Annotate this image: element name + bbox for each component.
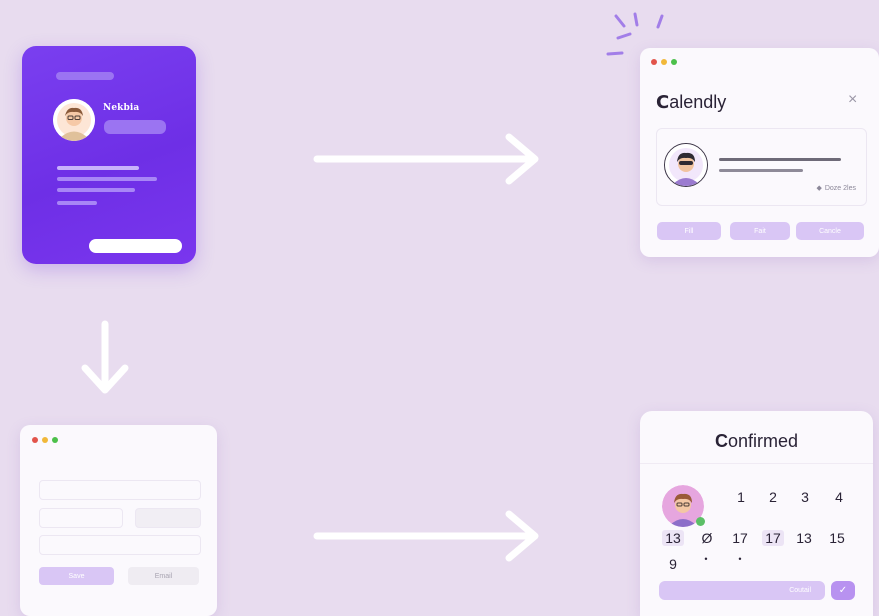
text-line [57,188,135,192]
fait-button[interactable]: Fait [730,222,790,240]
zoom-dot[interactable] [671,59,677,65]
email-button[interactable]: Email [128,567,199,585]
form-field[interactable] [39,508,123,528]
window-controls [32,437,58,443]
confirm-cta-button[interactable]: Coutail [659,581,825,600]
close-dot[interactable] [651,59,657,65]
close-dot[interactable] [32,437,38,443]
event-meta: ◆ Doze 2les [816,184,856,193]
profile-name: Nekbia [103,103,140,113]
calendar-day[interactable]: • [695,554,717,564]
profile-subtitle-pill [104,120,166,134]
save-button[interactable]: Save [39,567,114,585]
check-icon[interactable]: ✓ [831,581,855,600]
confirmed-title-text: onfirmed [727,431,799,451]
calendly-logo-icon: C [656,92,670,113]
arrow-right-icon [313,510,541,562]
window-controls [651,59,677,65]
arrow-right-icon [313,133,541,185]
cancel-button[interactable]: Cancle [796,222,864,240]
calendar-day[interactable]: 17 [762,530,784,546]
form-field[interactable] [39,535,201,555]
calendar-day[interactable]: 17 [729,530,751,546]
minimize-dot[interactable] [42,437,48,443]
profile-card[interactable]: Nekbia [22,46,196,264]
form-field[interactable] [135,508,201,528]
calendly-window: Calendly × ◆ Doze 2les Fill Fait Cancle [640,48,879,257]
calendar-day[interactable]: 1 [730,489,752,505]
fill-button[interactable]: Fill [657,222,721,240]
zoom-dot[interactable] [52,437,58,443]
confirmed-title: Confirmed [640,431,873,452]
calendar-day[interactable]: 4 [828,489,850,505]
calendly-title-text: alendly [669,92,727,112]
profile-avatar [53,99,95,141]
calendar-day[interactable]: • [729,554,751,564]
calendar-day[interactable]: 15 [826,530,848,546]
calendar-day[interactable]: Ø [696,530,718,546]
clock-icon: ◆ [816,185,822,192]
profile-action-button[interactable] [89,239,182,253]
text-line [57,201,97,205]
close-icon[interactable]: × [848,91,857,109]
confirmed-window: Confirmed 1 2 3 4 13 Ø 17 17 13 15 9 • •… [640,411,873,616]
event-card[interactable]: ◆ Doze 2les [656,128,867,206]
text-line [57,166,139,170]
event-meta-text: Doze 2les [824,184,856,192]
minimize-dot[interactable] [661,59,667,65]
form-field[interactable] [39,480,201,500]
calendar-day[interactable]: 13 [793,530,815,546]
host-avatar [664,143,708,187]
calendar-day[interactable]: 3 [794,489,816,505]
arrow-down-icon [79,320,131,396]
event-subtitle-line [719,169,803,172]
form-window: Save Email [20,425,217,616]
calendar-day[interactable]: 13 [662,530,684,546]
card-header-bar [56,72,114,80]
calendly-title: Calendly [656,92,726,113]
text-line [57,177,157,181]
event-title-line [719,158,841,161]
calendar-day[interactable]: 9 [662,556,684,572]
check-icon [696,517,705,526]
calendar-day[interactable]: 2 [762,489,784,505]
divider [640,463,873,464]
confirmed-logo-icon: C [714,431,728,451]
